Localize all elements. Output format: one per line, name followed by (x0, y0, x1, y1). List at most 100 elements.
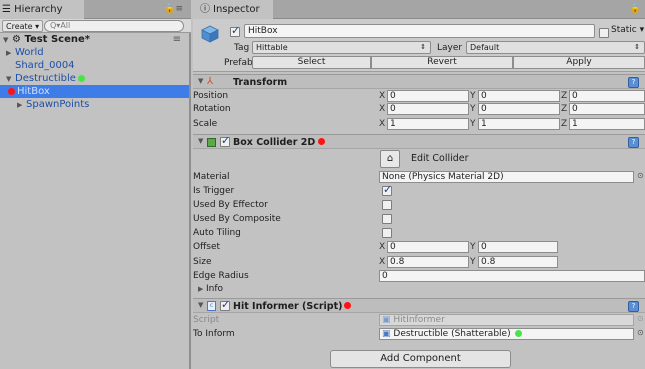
fold-arrow-icon[interactable]: ▼ (198, 137, 203, 145)
prefab-apply-button[interactable]: Apply (513, 56, 645, 69)
script-file-icon: ▣ (382, 329, 391, 339)
script-label: Script (193, 315, 220, 325)
y-axis-label: Y (470, 104, 476, 114)
position-z-field[interactable]: 0 (569, 90, 645, 102)
script-icon: c (207, 301, 216, 311)
static-checkbox[interactable] (599, 28, 609, 38)
used-by-composite-label: Used By Composite (193, 214, 281, 224)
lock-icon[interactable]: 🔒 (630, 4, 641, 14)
offset-y-field[interactable]: 0 (478, 241, 558, 253)
hierarchy-tab-bar: ☰ Hierarchy 🔒≡ (0, 0, 191, 19)
hierarchy-item-world[interactable]: ▶ World (0, 46, 189, 59)
material-label: Material (193, 172, 230, 182)
info-foldout[interactable]: Info (193, 283, 223, 295)
x-axis-label: X (379, 242, 386, 252)
hierarchy-item-destructible[interactable]: ▼ Destructible (0, 72, 189, 85)
hierarchy-tab[interactable]: ☰ Hierarchy (0, 0, 84, 19)
y-axis-label: Y (470, 119, 476, 129)
position-label: Position (193, 91, 229, 101)
rotation-x-field[interactable]: 0 (387, 103, 469, 115)
prefab-select-button[interactable]: Select (252, 56, 371, 69)
prefab-revert-button[interactable]: Revert (371, 56, 513, 69)
size-y-field[interactable]: 0.8 (478, 256, 558, 268)
fold-arrow-icon[interactable]: ▼ (198, 301, 203, 309)
offset-label: Offset (193, 242, 221, 252)
prefab-label: Prefab (224, 58, 253, 68)
used-by-effector-label: Used By Effector (193, 200, 268, 210)
layer-value: Default (470, 43, 500, 52)
hierarchy-item-label: SpawnPoints (26, 99, 90, 110)
fold-arrow-icon[interactable]: ▼ (198, 77, 203, 85)
object-name-field[interactable]: HitBox (244, 24, 595, 38)
rotation-y-field[interactable]: 0 (478, 103, 560, 115)
script-file-icon: ▣ (382, 315, 391, 325)
help-icon[interactable]: ? (628, 77, 639, 88)
x-axis-label: X (379, 257, 386, 267)
used-by-effector-checkbox[interactable] (382, 200, 392, 210)
collapse-arrow-icon[interactable]: ▶ (17, 99, 26, 112)
hierarchy-item-label: Shard_0004 (15, 60, 75, 71)
inspector-tab-label: Inspector (213, 4, 260, 15)
scene-menu-icon[interactable]: ≡ (173, 33, 181, 46)
scale-y-field[interactable]: 1 (478, 118, 560, 130)
tag-dropdown[interactable]: Hittable ⇕ (252, 41, 431, 54)
x-axis-label: X (379, 91, 386, 101)
position-x-field[interactable]: 0 (387, 90, 469, 102)
object-picker-icon[interactable]: ⊙ (637, 171, 644, 180)
edit-collider-icon: ⌂ (386, 153, 394, 164)
unity-scene-icon: ⚙ (12, 34, 21, 45)
scale-x-field[interactable]: 1 (387, 118, 469, 130)
hierarchy-item-hitbox[interactable]: HitBox (0, 85, 189, 98)
hierarchy-item-shard[interactable]: Shard_0004 (0, 59, 189, 72)
hit-informer-header[interactable]: ▼ c Hit Informer (Script) ? (193, 298, 645, 313)
inspector-tab-bar: ⓘ Inspector 🔒 (193, 0, 645, 19)
active-checkbox[interactable] (230, 24, 240, 37)
used-by-composite-checkbox[interactable] (382, 214, 392, 224)
edge-radius-field[interactable]: 0 (379, 270, 645, 282)
dropdown-arrow-icon: ⇕ (634, 43, 640, 51)
scale-label: Scale (193, 119, 218, 129)
offset-x-field[interactable]: 0 (387, 241, 469, 253)
x-axis-label: X (379, 119, 386, 129)
material-field[interactable]: None (Physics Material 2D) (379, 171, 634, 183)
static-label[interactable]: Static ▾ (611, 25, 644, 35)
hierarchy-item-spawnpoints[interactable]: ▶ SpawnPoints (0, 98, 189, 111)
is-trigger-checkbox[interactable] (382, 183, 392, 196)
object-picker-icon[interactable]: ⊙ (637, 328, 644, 337)
inspector-tab[interactable]: ⓘ Inspector (193, 0, 273, 19)
red-marker-icon (344, 302, 351, 309)
tag-value: Hittable (256, 43, 288, 52)
hierarchy-item-label: World (15, 47, 44, 58)
help-icon[interactable]: ? (628, 137, 639, 148)
inspector-panel: ⓘInspector 🔒 HitBox Static ▾ Tag Hittabl… (193, 0, 645, 369)
hierarchy-search-input[interactable]: Q▾All (44, 20, 184, 32)
info-icon: ⓘ (200, 4, 210, 15)
help-icon[interactable]: ? (628, 301, 639, 312)
green-marker-icon (77, 74, 85, 82)
hierarchy-item-label: HitBox (17, 86, 50, 97)
lock-icon[interactable]: 🔒≡ (164, 4, 183, 14)
transform-header[interactable]: ▼ ⅄ Transform ? (193, 74, 645, 89)
scene-row[interactable]: ▼ ⚙ Test Scene* ≡ (0, 33, 189, 46)
hit-informer-enabled-checkbox[interactable] (220, 298, 230, 311)
edit-collider-button[interactable]: ⌂ (380, 150, 400, 168)
y-axis-label: Y (470, 257, 476, 267)
y-axis-label: Y (470, 91, 476, 101)
create-button[interactable]: Create ▾ (2, 20, 44, 32)
size-label: Size (193, 257, 212, 267)
position-y-field[interactable]: 0 (478, 90, 560, 102)
hit-informer-title: Hit Informer (Script) (233, 301, 343, 312)
layer-dropdown[interactable]: Default ⇕ (466, 41, 645, 54)
add-component-button[interactable]: Add Component (330, 350, 511, 368)
scale-z-field[interactable]: 1 (569, 118, 645, 130)
to-inform-field[interactable]: ▣ Destructible (Shatterable) (379, 328, 634, 340)
y-axis-label: Y (470, 242, 476, 252)
rotation-z-field[interactable]: 0 (569, 103, 645, 115)
size-x-field[interactable]: 0.8 (387, 256, 469, 268)
box-collider-enabled-checkbox[interactable] (220, 134, 230, 147)
to-inform-label: To Inform (193, 329, 235, 339)
object-picker-icon: ⊙ (637, 314, 644, 323)
scene-name: Test Scene* (24, 34, 90, 45)
box-collider-header[interactable]: ▼ Box Collider 2D ? (193, 134, 645, 149)
auto-tiling-checkbox[interactable] (382, 228, 392, 238)
